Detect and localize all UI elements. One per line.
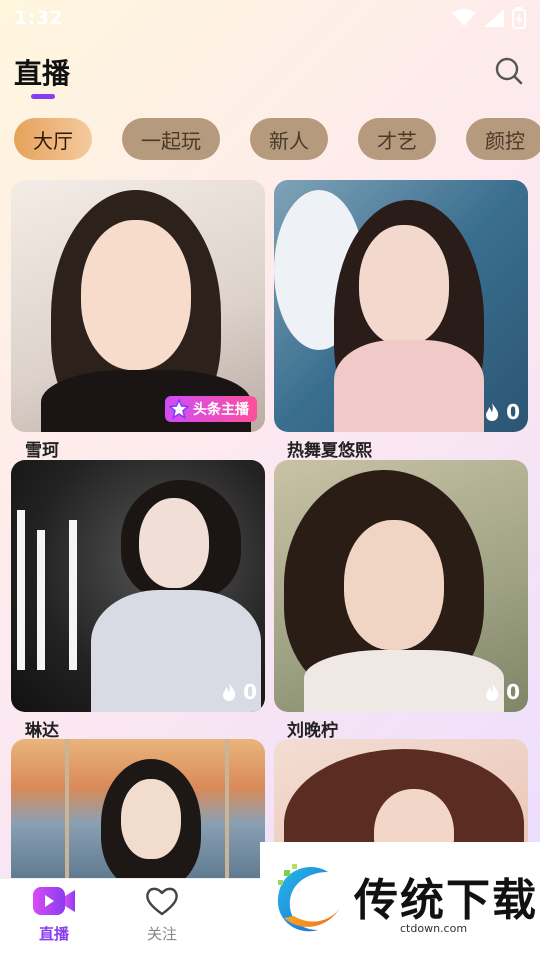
stream-cover-image xyxy=(11,180,265,432)
badge-label: 头条主播 xyxy=(193,402,249,418)
heart-icon xyxy=(146,887,178,916)
wifi-icon xyxy=(452,9,476,26)
flame-icon xyxy=(223,683,236,701)
status-time: 1:32 xyxy=(14,7,64,29)
flame-icon xyxy=(486,403,499,421)
viewer-count-value: 0 xyxy=(506,680,520,704)
headline-badge: 头条主播 xyxy=(165,396,257,422)
page-title: 直播 xyxy=(14,57,71,90)
watermark-logo xyxy=(277,864,340,932)
stream-cover-image xyxy=(11,460,265,712)
category-tabs: 大厅 一起玩 新人 才艺 颜控 xyxy=(14,118,540,160)
viewer-count: 0 xyxy=(219,680,257,704)
watermark-url: ctdown.com xyxy=(400,922,468,935)
stream-cover-image xyxy=(274,460,528,712)
stream-card[interactable]: 头条主播 xyxy=(11,180,265,432)
signal-icon xyxy=(484,9,504,27)
stream-cover-image xyxy=(11,739,265,879)
nav-label-live: 直播 xyxy=(38,925,69,943)
nav-item-follow[interactable]: 关注 xyxy=(127,885,197,944)
nav-item-live[interactable]: 直播 xyxy=(19,885,89,944)
battery-icon xyxy=(512,7,526,29)
tab-lobby[interactable]: 大厅 xyxy=(14,118,92,160)
watermark-title: 传统下载 xyxy=(354,875,538,926)
star-icon xyxy=(169,399,189,419)
watermark: 传统下载 ctdown.com xyxy=(260,842,540,960)
title-underline xyxy=(31,94,55,99)
stream-card[interactable]: 0 xyxy=(11,460,265,712)
stream-card[interactable] xyxy=(11,739,265,879)
stream-card[interactable]: 0 xyxy=(274,180,528,432)
streamer-name: 琳达 xyxy=(25,721,59,741)
stream-cover-image xyxy=(274,180,528,432)
nav-label-follow: 关注 xyxy=(146,925,177,943)
streamer-name: 热舞夏悠熙 xyxy=(287,441,372,461)
stream-card[interactable]: 0 xyxy=(274,460,528,712)
tab-play-together[interactable]: 一起玩 xyxy=(122,118,220,160)
viewer-count: 0 xyxy=(482,680,520,704)
tab-talent[interactable]: 才艺 xyxy=(358,118,436,160)
viewer-count: 0 xyxy=(482,400,520,424)
tab-newcomers[interactable]: 新人 xyxy=(250,118,328,160)
flame-icon xyxy=(486,683,499,701)
viewer-count-value: 0 xyxy=(506,400,520,424)
video-icon xyxy=(33,887,75,915)
viewer-count-value: 0 xyxy=(243,680,257,704)
search-icon[interactable] xyxy=(494,56,524,86)
streamer-name: 刘晚柠 xyxy=(287,721,338,741)
header: 直播 xyxy=(14,46,526,106)
status-bar: 1:32 xyxy=(0,0,540,36)
tab-looks[interactable]: 颜控 xyxy=(466,118,540,160)
streamer-name: 雪珂 xyxy=(25,441,59,461)
